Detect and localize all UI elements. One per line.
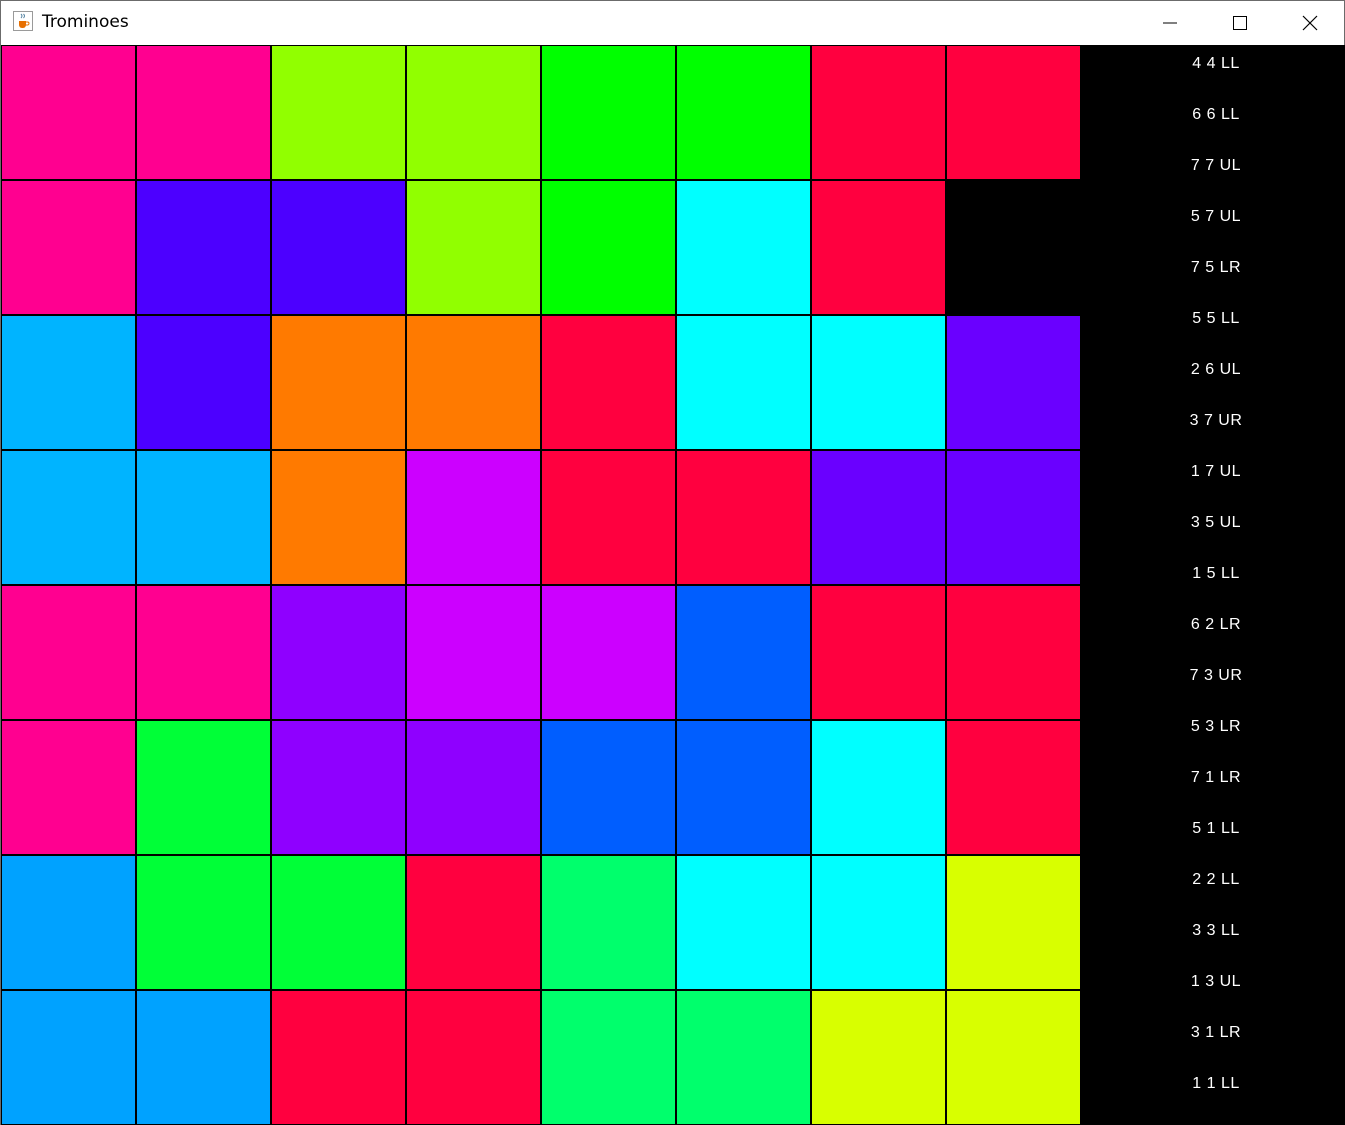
board-cell xyxy=(1,45,136,180)
board-cell xyxy=(136,45,271,180)
board-cell xyxy=(541,315,676,450)
window-title: Trominoes xyxy=(42,12,129,32)
board-cell xyxy=(406,450,541,585)
board-cell xyxy=(136,855,271,990)
move-entry: 4 4 LL xyxy=(1192,55,1240,72)
board-cell xyxy=(1,855,136,990)
board-cell xyxy=(811,855,946,990)
board-cell xyxy=(811,720,946,855)
board-cell xyxy=(676,585,811,720)
board-cell xyxy=(676,315,811,450)
board-cell xyxy=(406,585,541,720)
move-entry: 3 3 LL xyxy=(1192,922,1240,939)
board-cell xyxy=(676,180,811,315)
tromino-board xyxy=(1,45,1081,1125)
board-cell xyxy=(271,45,406,180)
move-entry: 6 2 LR xyxy=(1190,616,1242,633)
board-cell xyxy=(406,855,541,990)
board-cell xyxy=(406,180,541,315)
moves-list: 4 4 LL 6 6 LL 7 7 UL 5 7 UL 7 5 LR 5 5 LL 2 6 … xyxy=(1081,45,1345,1125)
move-entry: 5 1 LL xyxy=(1192,820,1240,837)
close-icon xyxy=(1302,15,1318,31)
minimize-button[interactable] xyxy=(1135,1,1205,45)
board-cell xyxy=(946,720,1081,855)
board-cell xyxy=(946,990,1081,1125)
board-cell xyxy=(811,450,946,585)
board-cell xyxy=(271,180,406,315)
move-entry: 5 7 UL xyxy=(1190,208,1242,225)
board-cell xyxy=(136,585,271,720)
move-entry: 2 6 UL xyxy=(1190,361,1242,378)
java-cup-icon[interactable] xyxy=(13,11,33,31)
move-entry: 1 7 UL xyxy=(1190,463,1242,480)
board-cell xyxy=(1,990,136,1125)
move-entry: 7 3 UR xyxy=(1189,667,1243,684)
board-cell xyxy=(271,990,406,1125)
board-cell xyxy=(946,45,1081,180)
board-cell xyxy=(136,720,271,855)
board-cell xyxy=(1,585,136,720)
board-cell xyxy=(541,720,676,855)
board-cell xyxy=(1,180,136,315)
board-cell xyxy=(946,180,1081,315)
board-cell xyxy=(946,450,1081,585)
board-cell xyxy=(676,990,811,1125)
move-entry: 3 7 UR xyxy=(1189,412,1243,429)
board-cell xyxy=(541,855,676,990)
move-entry: 6 6 LL xyxy=(1192,106,1240,123)
title-bar[interactable]: Trominoes xyxy=(1,0,1344,45)
board-cell xyxy=(676,855,811,990)
board-cell xyxy=(136,450,271,585)
move-entry: 7 1 LR xyxy=(1190,769,1242,786)
board-cell xyxy=(136,180,271,315)
move-entry: 5 5 LL xyxy=(1192,310,1240,327)
move-entry: 7 7 UL xyxy=(1190,157,1242,174)
board-cell xyxy=(271,585,406,720)
board-cell xyxy=(946,315,1081,450)
board-cell xyxy=(541,990,676,1125)
board-cell xyxy=(136,315,271,450)
board-cell xyxy=(811,45,946,180)
move-entry: 1 5 LL xyxy=(1192,565,1240,582)
move-entry: 7 5 LR xyxy=(1190,259,1242,276)
move-entry: 2 2 LL xyxy=(1192,871,1240,888)
move-entry: 3 5 UL xyxy=(1190,514,1242,531)
board-cell xyxy=(271,855,406,990)
board-cell xyxy=(136,990,271,1125)
board-cell xyxy=(811,990,946,1125)
board-cell xyxy=(541,585,676,720)
board-cell xyxy=(676,450,811,585)
board-cell xyxy=(1,450,136,585)
minimize-icon xyxy=(1163,22,1177,24)
move-entry: 1 1 LL xyxy=(1192,1075,1240,1092)
board-cell xyxy=(676,45,811,180)
close-button[interactable] xyxy=(1275,1,1345,45)
board-cell xyxy=(271,450,406,585)
board-cell xyxy=(541,180,676,315)
board-cell xyxy=(271,315,406,450)
board-cell xyxy=(406,315,541,450)
move-entry: 1 3 UL xyxy=(1190,973,1242,990)
board-cell xyxy=(946,585,1081,720)
move-entry: 5 3 LR xyxy=(1190,718,1242,735)
board-cell xyxy=(271,720,406,855)
board-cell xyxy=(1,315,136,450)
board-cell xyxy=(811,585,946,720)
board-cell xyxy=(541,45,676,180)
board-cell xyxy=(811,315,946,450)
board-cell xyxy=(1,720,136,855)
board-cell xyxy=(946,855,1081,990)
board-cell xyxy=(406,720,541,855)
app-window: Trominoes 4 4 LL 6 6 LL 7 7 UL 5 7 UL 7 5 LR… xyxy=(0,0,1345,1125)
move-entry: 3 1 LR xyxy=(1190,1024,1242,1041)
maximize-button[interactable] xyxy=(1205,1,1275,45)
board-cell xyxy=(676,720,811,855)
maximize-icon xyxy=(1233,16,1247,30)
board-cell xyxy=(811,180,946,315)
board-cell xyxy=(406,990,541,1125)
board-cell xyxy=(406,45,541,180)
board-cell xyxy=(541,450,676,585)
